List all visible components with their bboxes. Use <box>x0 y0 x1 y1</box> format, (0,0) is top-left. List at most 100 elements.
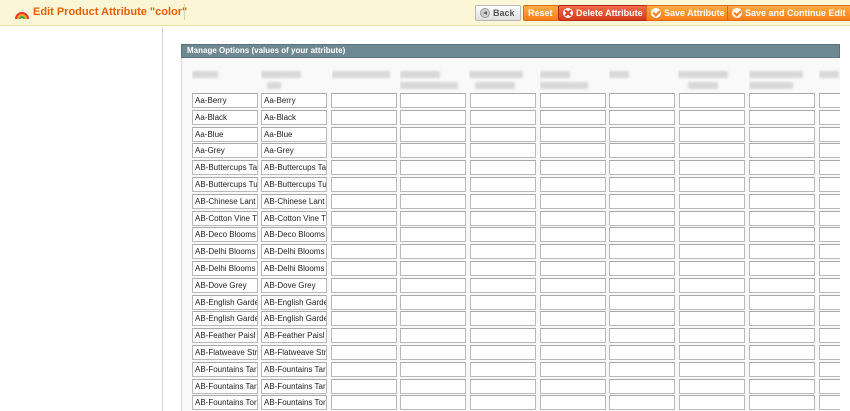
option-default-store-input[interactable]: AB-Deco Blooms <box>261 227 327 243</box>
option-default-store-input[interactable]: AB-English Garde <box>261 294 327 310</box>
option-store-view-input[interactable] <box>470 361 536 377</box>
option-store-view-input[interactable] <box>540 210 606 226</box>
option-store-view-input[interactable] <box>540 261 606 276</box>
option-store-view-input[interactable] <box>331 361 397 377</box>
option-store-view-input[interactable] <box>679 193 745 209</box>
option-store-view-input[interactable] <box>679 93 745 108</box>
option-store-view-input[interactable] <box>540 126 606 142</box>
option-store-view-input[interactable] <box>819 193 840 209</box>
option-store-view-input[interactable] <box>749 361 815 377</box>
option-store-view-input[interactable] <box>609 160 675 176</box>
option-store-view-input[interactable] <box>819 143 840 159</box>
option-store-view-input[interactable] <box>609 378 675 394</box>
option-store-view-input[interactable] <box>749 227 815 243</box>
option-store-view-input[interactable] <box>470 193 536 209</box>
option-store-view-input[interactable] <box>679 361 745 377</box>
option-store-view-input[interactable] <box>400 210 466 226</box>
option-store-view-input[interactable] <box>470 311 536 327</box>
option-store-view-input[interactable] <box>749 109 815 125</box>
option-store-view-input[interactable] <box>749 143 815 159</box>
option-store-view-input[interactable] <box>749 294 815 310</box>
option-store-view-input[interactable] <box>331 294 397 310</box>
option-store-view-input[interactable] <box>400 193 466 209</box>
option-store-view-input[interactable] <box>470 126 536 142</box>
option-admin-input[interactable]: AB-Buttercups Ta <box>192 160 258 176</box>
option-store-view-input[interactable] <box>400 261 466 276</box>
option-store-view-input[interactable] <box>609 109 675 125</box>
option-store-view-input[interactable] <box>470 93 536 108</box>
option-store-view-input[interactable] <box>819 345 840 360</box>
option-store-view-input[interactable] <box>540 143 606 159</box>
option-store-view-input[interactable] <box>470 378 536 394</box>
option-store-view-input[interactable] <box>400 244 466 260</box>
option-store-view-input[interactable] <box>540 93 606 108</box>
option-store-view-input[interactable] <box>470 109 536 125</box>
option-store-view-input[interactable] <box>609 311 675 327</box>
option-store-view-input[interactable] <box>331 395 397 411</box>
option-store-view-input[interactable] <box>819 126 840 142</box>
option-default-store-input[interactable]: AB-Cotton Vine T <box>261 210 327 226</box>
option-store-view-input[interactable] <box>819 93 840 108</box>
option-store-view-input[interactable] <box>749 160 815 176</box>
option-admin-input[interactable]: AB-Cotton Vine T <box>192 210 258 226</box>
save-attribute-button[interactable]: Save Attribute <box>646 5 731 21</box>
option-store-view-input[interactable] <box>749 395 815 411</box>
option-store-view-input[interactable] <box>400 294 466 310</box>
option-store-view-input[interactable] <box>470 294 536 310</box>
option-store-view-input[interactable] <box>331 109 397 125</box>
option-store-view-input[interactable] <box>679 126 745 142</box>
option-store-view-input[interactable] <box>470 227 536 243</box>
option-store-view-input[interactable] <box>749 210 815 226</box>
option-admin-input[interactable]: AB-Delhi Blooms <box>192 244 258 260</box>
option-store-view-input[interactable] <box>540 378 606 394</box>
option-admin-input[interactable]: AB-English Garde <box>192 294 258 310</box>
option-store-view-input[interactable] <box>400 177 466 192</box>
option-store-view-input[interactable] <box>819 294 840 310</box>
option-store-view-input[interactable] <box>331 193 397 209</box>
option-store-view-input[interactable] <box>331 93 397 108</box>
option-store-view-input[interactable] <box>331 126 397 142</box>
option-store-view-input[interactable] <box>400 277 466 293</box>
option-store-view-input[interactable] <box>609 126 675 142</box>
option-default-store-input[interactable]: Aa-Black <box>261 109 327 125</box>
option-default-store-input[interactable]: Aa-Blue <box>261 126 327 142</box>
option-store-view-input[interactable] <box>331 143 397 159</box>
option-store-view-input[interactable] <box>609 227 675 243</box>
option-store-view-input[interactable] <box>819 378 840 394</box>
option-store-view-input[interactable] <box>540 294 606 310</box>
option-store-view-input[interactable] <box>749 345 815 360</box>
option-store-view-input[interactable] <box>609 177 675 192</box>
option-store-view-input[interactable] <box>400 345 466 360</box>
option-admin-input[interactable]: AB-Buttercups Tu <box>192 177 258 192</box>
option-store-view-input[interactable] <box>749 193 815 209</box>
option-default-store-input[interactable]: AB-Delhi Blooms <box>261 261 327 276</box>
option-admin-input[interactable]: AB-Deco Blooms <box>192 227 258 243</box>
option-store-view-input[interactable] <box>679 395 745 411</box>
option-store-view-input[interactable] <box>679 311 745 327</box>
delete-attribute-button[interactable]: Delete Attribute <box>558 5 649 21</box>
option-store-view-input[interactable] <box>679 294 745 310</box>
option-store-view-input[interactable] <box>331 244 397 260</box>
option-admin-input[interactable]: AB-Dove Grey <box>192 277 258 293</box>
option-store-view-input[interactable] <box>679 328 745 344</box>
option-store-view-input[interactable] <box>540 311 606 327</box>
option-store-view-input[interactable] <box>400 109 466 125</box>
option-store-view-input[interactable] <box>749 177 815 192</box>
option-store-view-input[interactable] <box>609 93 675 108</box>
option-default-store-input[interactable]: AB-Fountains Tor <box>261 395 327 411</box>
option-store-view-input[interactable] <box>470 244 536 260</box>
option-store-view-input[interactable] <box>749 244 815 260</box>
option-default-store-input[interactable]: Aa-Berry <box>261 93 327 108</box>
save-continue-button[interactable]: Save and Continue Edit <box>727 5 850 21</box>
option-store-view-input[interactable] <box>400 361 466 377</box>
option-store-view-input[interactable] <box>331 227 397 243</box>
option-store-view-input[interactable] <box>470 143 536 159</box>
option-store-view-input[interactable] <box>400 311 466 327</box>
option-store-view-input[interactable] <box>400 160 466 176</box>
option-store-view-input[interactable] <box>609 261 675 276</box>
option-store-view-input[interactable] <box>400 227 466 243</box>
option-store-view-input[interactable] <box>749 311 815 327</box>
option-store-view-input[interactable] <box>819 277 840 293</box>
reset-button[interactable]: Reset <box>523 5 559 21</box>
option-admin-input[interactable]: Aa-Berry <box>192 93 258 108</box>
